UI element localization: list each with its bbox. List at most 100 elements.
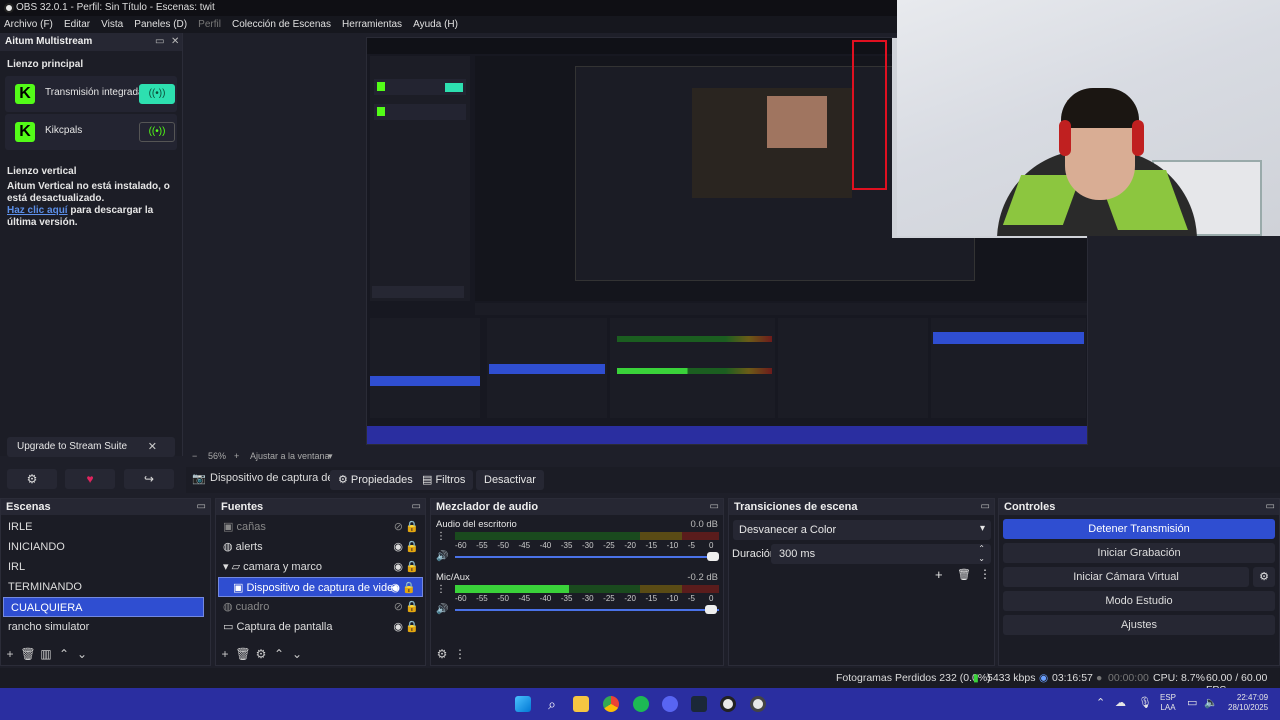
settings-button[interactable]: Ajustes (1003, 615, 1275, 635)
scene-item[interactable]: IRLE (1, 517, 210, 537)
scene-item[interactable]: rancho simulator (1, 617, 210, 637)
volume-slider[interactable] (455, 556, 719, 558)
volume-slider[interactable] (455, 609, 719, 611)
duration-field[interactable]: 300 ms ⌃ ⌄ (771, 544, 991, 564)
mixer-settings-icon[interactable]: ⚙ (433, 643, 451, 665)
scene-item-selected[interactable]: CUALQUIERA (3, 597, 204, 617)
upgrade-close-icon[interactable]: ✕ (148, 440, 157, 453)
deactivate-button[interactable]: Desactivar (476, 470, 544, 490)
eye-icon[interactable]: ◉ (393, 537, 403, 557)
kebab-menu-icon[interactable]: ⋮ (436, 531, 446, 542)
menu-archivo[interactable]: Archivo (F) (0, 16, 57, 33)
discord-icon[interactable] (662, 696, 678, 712)
transition-select[interactable]: Desvanecer a Color ▾ (733, 520, 991, 540)
obs-taskbar-icon[interactable] (720, 696, 736, 712)
studio-mode-button[interactable]: Modo Estudio (1003, 591, 1275, 611)
mixer-menu-icon[interactable]: ⋮ (451, 643, 469, 665)
add-icon[interactable]: + (1, 643, 19, 665)
menu-perfil[interactable]: Perfil (194, 16, 225, 33)
zoom-fit-button[interactable]: Ajustar a la ventana (250, 451, 330, 461)
eye-hidden-icon[interactable]: ⊘ (394, 597, 403, 617)
lock-icon[interactable]: 🔒 (405, 517, 419, 537)
zoom-dropdown-icon[interactable]: ▾ (328, 451, 333, 462)
search-icon[interactable]: ⌕ (544, 696, 560, 712)
download-link[interactable]: Haz clic aquí (7, 205, 68, 216)
lock-icon[interactable]: 🔒 (405, 597, 419, 617)
share-button[interactable]: ↪ (124, 469, 174, 489)
source-item-selected[interactable]: ▣ Dispositivo de captura de video ◉ 🔒 (218, 577, 423, 597)
language-indicator[interactable]: ESP LAA (1160, 693, 1176, 713)
upgrade-button[interactable]: Upgrade to Stream Suite (17, 441, 127, 452)
eye-icon[interactable]: ◉ (390, 578, 400, 598)
file-explorer-icon[interactable] (573, 696, 589, 712)
stream-toggle-button[interactable]: ((•)) (139, 84, 175, 104)
lock-icon[interactable]: 🔒 (405, 537, 419, 557)
stepper-icon[interactable]: ⌃ ⌄ (978, 544, 985, 564)
scene-item[interactable]: TERMINANDO (1, 577, 210, 597)
clock[interactable]: 22:47:09 28/10/2025 (1228, 693, 1268, 713)
menu-editar[interactable]: Editar (60, 16, 94, 33)
menu-ayuda[interactable]: Ayuda (H) (409, 16, 462, 33)
menu-herramientas[interactable]: Herramientas (338, 16, 406, 33)
add-icon[interactable]: + (935, 567, 943, 582)
volume-icon[interactable]: 🔈 (1204, 696, 1218, 709)
move-down-icon[interactable]: ⌄ (73, 643, 91, 665)
scene-item[interactable]: INICIANDO (1, 537, 210, 557)
kebab-menu-icon[interactable]: ⋮ (436, 584, 446, 595)
heart-button[interactable]: ♥ (65, 469, 115, 489)
dock-menu-icon[interactable]: ▭ (197, 499, 206, 515)
dock-menu-icon[interactable]: ▭ (710, 499, 719, 515)
obs-taskbar-icon-2[interactable] (750, 696, 766, 712)
undock-icon[interactable]: ▭ (155, 33, 164, 51)
close-icon[interactable]: ✕ (171, 33, 179, 51)
windows-start-icon[interactable] (515, 696, 531, 712)
source-item[interactable]: ▾ ▱ camara y marco ◉ 🔒 (216, 557, 425, 577)
virtualcam-gear-icon[interactable]: ⚙ (1253, 567, 1275, 587)
lock-icon[interactable]: 🔒 (405, 617, 419, 637)
source-item[interactable]: ◍ cuadro ⊘ 🔒 (216, 597, 425, 617)
volume-handle[interactable] (705, 605, 717, 614)
spotify-icon[interactable] (633, 696, 649, 712)
menu-vista[interactable]: Vista (97, 16, 127, 33)
move-down-icon[interactable]: ⌄ (288, 643, 306, 665)
move-up-icon[interactable]: ⌃ (270, 643, 288, 665)
source-item[interactable]: ◍ alerts ◉ 🔒 (216, 537, 425, 557)
dock-menu-icon[interactable]: ▭ (981, 499, 990, 515)
eye-icon[interactable]: ◉ (393, 557, 403, 577)
eye-hidden-icon[interactable]: ⊘ (394, 517, 403, 537)
remove-icon[interactable]: 🗑 (234, 643, 252, 665)
steam-icon[interactable] (691, 696, 707, 712)
kebab-menu-icon[interactable]: ⋮ (979, 567, 991, 581)
zoom-in-button[interactable]: + (234, 451, 239, 461)
network-icon[interactable]: ▭ (1187, 696, 1197, 709)
speaker-icon[interactable]: 🔊 (436, 551, 448, 562)
zoom-out-button[interactable]: − (192, 451, 197, 461)
remove-icon[interactable]: 🗑 (957, 568, 971, 581)
lock-icon[interactable]: 🔒 (405, 557, 419, 577)
lock-icon[interactable]: 🔒 (402, 578, 416, 598)
start-recording-button[interactable]: Iniciar Grabación (1003, 543, 1275, 563)
properties-button[interactable]: ⚙ Propiedades (330, 470, 421, 490)
chrome-icon[interactable] (603, 696, 619, 712)
add-icon[interactable]: + (216, 643, 234, 665)
gear-icon[interactable]: ⚙ (252, 643, 270, 665)
speaker-icon[interactable]: 🔊 (436, 604, 448, 615)
remove-icon[interactable]: 🗑 (19, 643, 37, 665)
source-item[interactable]: ▣ cañas ⊘ 🔒 (216, 517, 425, 537)
stream-toggle-button[interactable]: ((•)) (139, 122, 175, 142)
tray-chevron-up-icon[interactable]: ⌃ (1096, 696, 1105, 709)
filters-button[interactable]: ▤ Filtros (414, 470, 474, 490)
mic-icon[interactable]: 🎙 (1138, 696, 1152, 709)
settings-gear-button[interactable]: ⚙ (7, 469, 57, 489)
stop-stream-button[interactable]: Detener Transmisión (1003, 519, 1275, 539)
filter-icon[interactable]: ▥ (37, 643, 55, 665)
volume-handle[interactable] (707, 552, 719, 561)
menu-paneles[interactable]: Paneles (D) (130, 16, 191, 33)
dock-menu-icon[interactable]: ▭ (412, 499, 421, 515)
start-virtualcam-button[interactable]: Iniciar Cámara Virtual (1003, 567, 1249, 587)
scene-item[interactable]: IRL (1, 557, 210, 577)
chevron-down-icon[interactable]: ▾ (223, 561, 229, 573)
onedrive-icon[interactable]: ☁ (1115, 696, 1126, 709)
eye-icon[interactable]: ◉ (393, 617, 403, 637)
dock-menu-icon[interactable]: ▭ (1266, 499, 1275, 515)
